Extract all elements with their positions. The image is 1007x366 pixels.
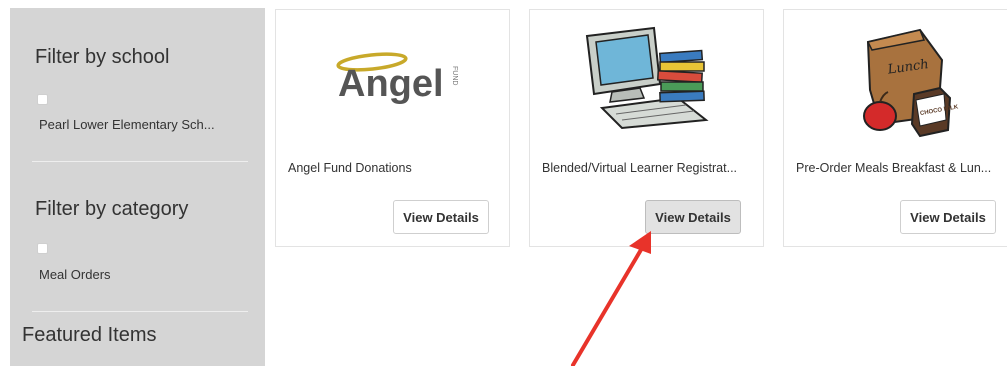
featured-items-heading: Featured Items (22, 324, 157, 346)
lunch-bag-icon: Lunch CHOCO MILK (850, 20, 960, 145)
filter-by-category-heading: Filter by category (35, 198, 189, 220)
filter-by-school-heading: Filter by school (35, 46, 170, 68)
product-card-pre-order-meals[interactable]: Lunch CHOCO MILK Pre-Order Meals Breakfa… (783, 9, 1007, 247)
angel-fund-logo: Angel FUND (334, 44, 464, 109)
product-card-blended-virtual[interactable]: Blended/Virtual Learner Registrat... Vie… (529, 9, 764, 247)
computer-books-icon (582, 22, 717, 137)
card-title[interactable]: Blended/Virtual Learner Registrat... (542, 161, 754, 175)
svg-text:Angel: Angel (338, 63, 444, 104)
filter-sidebar: Filter by school Pearl Lower Elementary … (10, 8, 265, 366)
sidebar-divider (32, 161, 248, 162)
category-option-label[interactable]: Meal Orders (39, 267, 111, 282)
school-option-label[interactable]: Pearl Lower Elementary Sch... (39, 117, 215, 132)
sidebar-divider (32, 311, 248, 312)
category-checkbox[interactable] (37, 243, 48, 254)
view-details-button[interactable]: View Details (645, 200, 741, 234)
view-details-button[interactable]: View Details (393, 200, 489, 234)
card-title[interactable]: Pre-Order Meals Breakfast & Lun... (796, 161, 1007, 175)
product-card-angel-fund[interactable]: Angel FUND Angel Fund Donations View Det… (275, 9, 510, 247)
card-title[interactable]: Angel Fund Donations (288, 161, 500, 175)
svg-text:FUND: FUND (451, 66, 458, 85)
view-details-button[interactable]: View Details (900, 200, 996, 234)
school-checkbox[interactable] (37, 94, 48, 105)
